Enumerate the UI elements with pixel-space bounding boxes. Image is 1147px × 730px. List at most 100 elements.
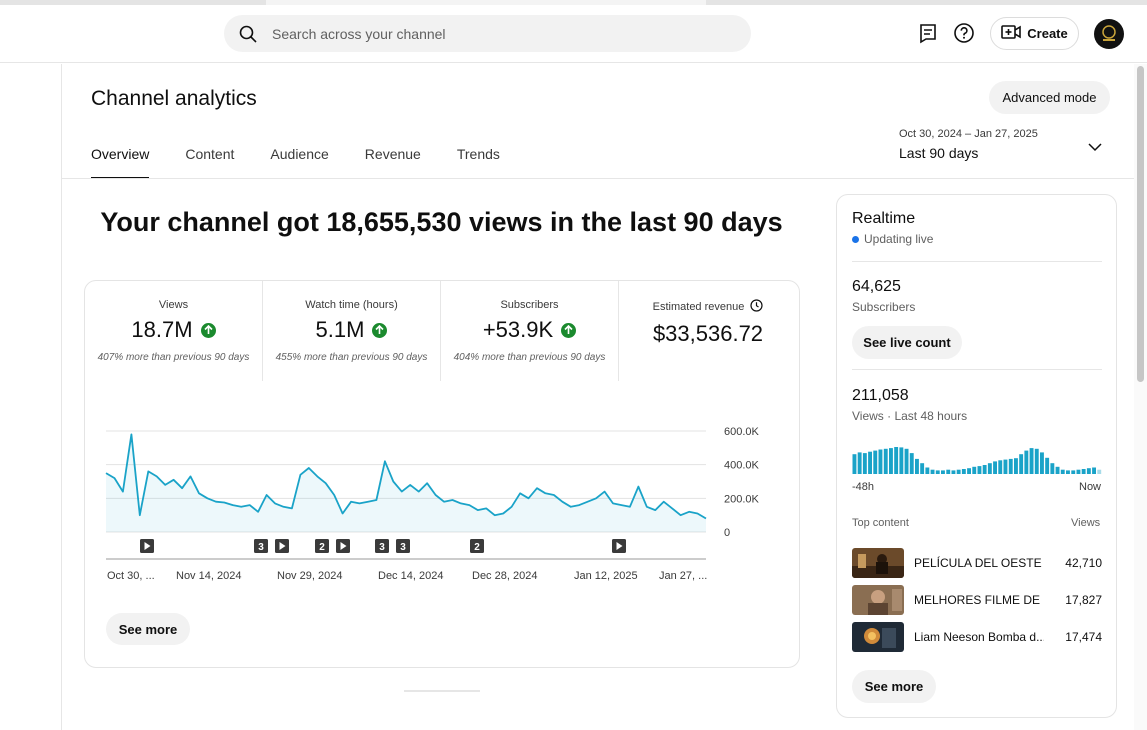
realtime-bar[interactable] <box>868 451 872 474</box>
realtime-bar[interactable] <box>1060 469 1065 474</box>
date-range-label[interactable]: Last 90 days <box>899 145 978 161</box>
top-content-views-label: Views <box>1071 517 1101 529</box>
realtime-bar[interactable] <box>977 466 982 474</box>
avatar[interactable] <box>1094 19 1124 49</box>
advanced-mode-button[interactable]: Advanced mode <box>989 81 1110 114</box>
realtime-bar[interactable] <box>961 469 966 474</box>
metric-subscribers[interactable]: Subscribers +53.9K 404% more than previo… <box>441 281 619 381</box>
realtime-bar[interactable] <box>1081 469 1086 474</box>
live-label: Updating live <box>864 232 934 246</box>
metric-label: Subscribers <box>500 299 559 311</box>
realtime-bar[interactable] <box>873 450 878 474</box>
tab-audience[interactable]: Audience <box>270 146 328 179</box>
page-title: Channel analytics <box>91 87 257 110</box>
video-thumbnail[interactable] <box>852 622 904 652</box>
realtime-bar[interactable] <box>1071 470 1076 474</box>
metric-revenue[interactable]: Estimated revenue $33,536.72 <box>619 281 797 381</box>
tab-revenue[interactable]: Revenue <box>365 146 421 179</box>
arrow-up-icon <box>561 322 577 338</box>
metric-views[interactable]: Views 18.7M 407% more than previous 90 d… <box>85 281 263 381</box>
realtime-bar[interactable] <box>946 469 951 474</box>
left-nav-border <box>61 64 62 730</box>
realtime-bar[interactable] <box>915 458 919 474</box>
realtime-bar[interactable] <box>930 469 935 474</box>
date-range-text[interactable]: Oct 30, 2024 – Jan 27, 2025 <box>899 128 1038 140</box>
realtime-bar[interactable] <box>1045 457 1050 474</box>
realtime-bar[interactable] <box>899 447 904 474</box>
search-bar[interactable]: Search across your channel <box>224 15 751 52</box>
realtime-bar[interactable] <box>972 466 977 474</box>
realtime-bar[interactable] <box>998 460 1003 474</box>
top-content-views: 42,710 <box>1065 556 1102 570</box>
see-more-button[interactable]: See more <box>106 613 190 645</box>
top-content-title[interactable]: Liam Neeson Bomba d... <box>914 630 1044 644</box>
realtime-bar[interactable] <box>1076 469 1081 474</box>
realtime-bar[interactable] <box>1055 466 1060 474</box>
realtime-bar[interactable] <box>956 469 961 474</box>
realtime-bar[interactable] <box>878 449 883 475</box>
realtime-bar[interactable] <box>1092 467 1096 475</box>
realtime-bar[interactable] <box>894 447 899 474</box>
arrow-up-icon <box>200 322 216 338</box>
realtime-title: Realtime <box>852 210 916 227</box>
top-content-item[interactable]: Liam Neeson Bomba d... 17,474 <box>852 622 1102 652</box>
video-thumbnail[interactable] <box>852 548 904 578</box>
tab-trends[interactable]: Trends <box>457 146 500 179</box>
see-live-count-button[interactable]: See live count <box>852 326 962 359</box>
page-scrollbar[interactable] <box>1134 64 1147 730</box>
realtime-bar[interactable] <box>935 470 940 474</box>
realtime-bar[interactable] <box>1097 469 1102 474</box>
realtime-bar[interactable] <box>1050 463 1055 474</box>
realtime-bar[interactable] <box>909 453 914 474</box>
search-input[interactable]: Search across your channel <box>272 26 446 42</box>
realtime-bar[interactable] <box>1008 458 1013 474</box>
scrollbar-thumb[interactable] <box>1137 66 1144 382</box>
metric-label: Views <box>158 299 189 311</box>
create-label: Create <box>1027 26 1068 41</box>
realtime-bar[interactable] <box>951 470 956 474</box>
realtime-bar[interactable] <box>993 461 997 474</box>
realtime-bar[interactable] <box>1014 458 1018 474</box>
realtime-bar[interactable] <box>889 448 893 474</box>
create-button[interactable]: Create <box>990 17 1079 50</box>
realtime-bar[interactable] <box>1066 470 1070 474</box>
top-content-title[interactable]: MELHORES FILME DE ... <box>914 593 1044 607</box>
realtime-bar[interactable] <box>1024 450 1029 474</box>
metric-watch-time[interactable]: Watch time (hours) 5.1M 455% more than p… <box>263 281 441 381</box>
tab-overview[interactable]: Overview <box>91 146 150 179</box>
realtime-bar[interactable] <box>982 465 987 474</box>
help-icon[interactable] <box>953 22 975 44</box>
realtime-bar[interactable] <box>941 470 945 474</box>
realtime-bar[interactable] <box>883 448 888 474</box>
top-content-item[interactable]: PELÍCULA DEL OESTE ... 42,710 <box>852 548 1102 578</box>
realtime-bar[interactable] <box>1003 459 1008 474</box>
realtime-bar[interactable] <box>857 452 862 474</box>
metrics-row: Views 18.7M 407% more than previous 90 d… <box>85 281 801 381</box>
realtime-bar[interactable] <box>862 453 867 474</box>
top-content-views: 17,827 <box>1065 593 1102 607</box>
realtime-bar[interactable] <box>987 463 992 474</box>
chevron-down-icon[interactable] <box>1088 140 1102 154</box>
feedback-icon[interactable] <box>917 22 939 44</box>
realtime-bar[interactable] <box>1040 452 1044 474</box>
video-thumbnail[interactable] <box>852 585 904 615</box>
realtime-bar[interactable] <box>1086 468 1091 474</box>
metric-note: 407% more than previous 90 days <box>97 352 250 363</box>
realtime-bar[interactable] <box>920 463 925 474</box>
realtime-divider <box>852 261 1102 262</box>
search-icon[interactable] <box>224 15 272 52</box>
realtime-bar[interactable] <box>1034 448 1039 474</box>
realtime-see-more-button[interactable]: See more <box>852 670 936 703</box>
clock-icon <box>750 299 763 315</box>
top-content-item[interactable]: MELHORES FILME DE ... 17,827 <box>852 585 1102 615</box>
tab-content[interactable]: Content <box>185 146 234 179</box>
metric-label: Estimated revenue <box>652 301 745 313</box>
realtime-bar[interactable] <box>967 468 971 474</box>
realtime-bar[interactable] <box>1019 454 1024 474</box>
realtime-bar[interactable] <box>1029 448 1034 474</box>
realtime-bar[interactable] <box>852 454 857 474</box>
realtime-bar[interactable] <box>904 448 909 474</box>
top-content-title[interactable]: PELÍCULA DEL OESTE ... <box>914 556 1044 570</box>
realtime-bar[interactable] <box>925 467 930 475</box>
metric-value: +53.9K <box>482 317 554 342</box>
